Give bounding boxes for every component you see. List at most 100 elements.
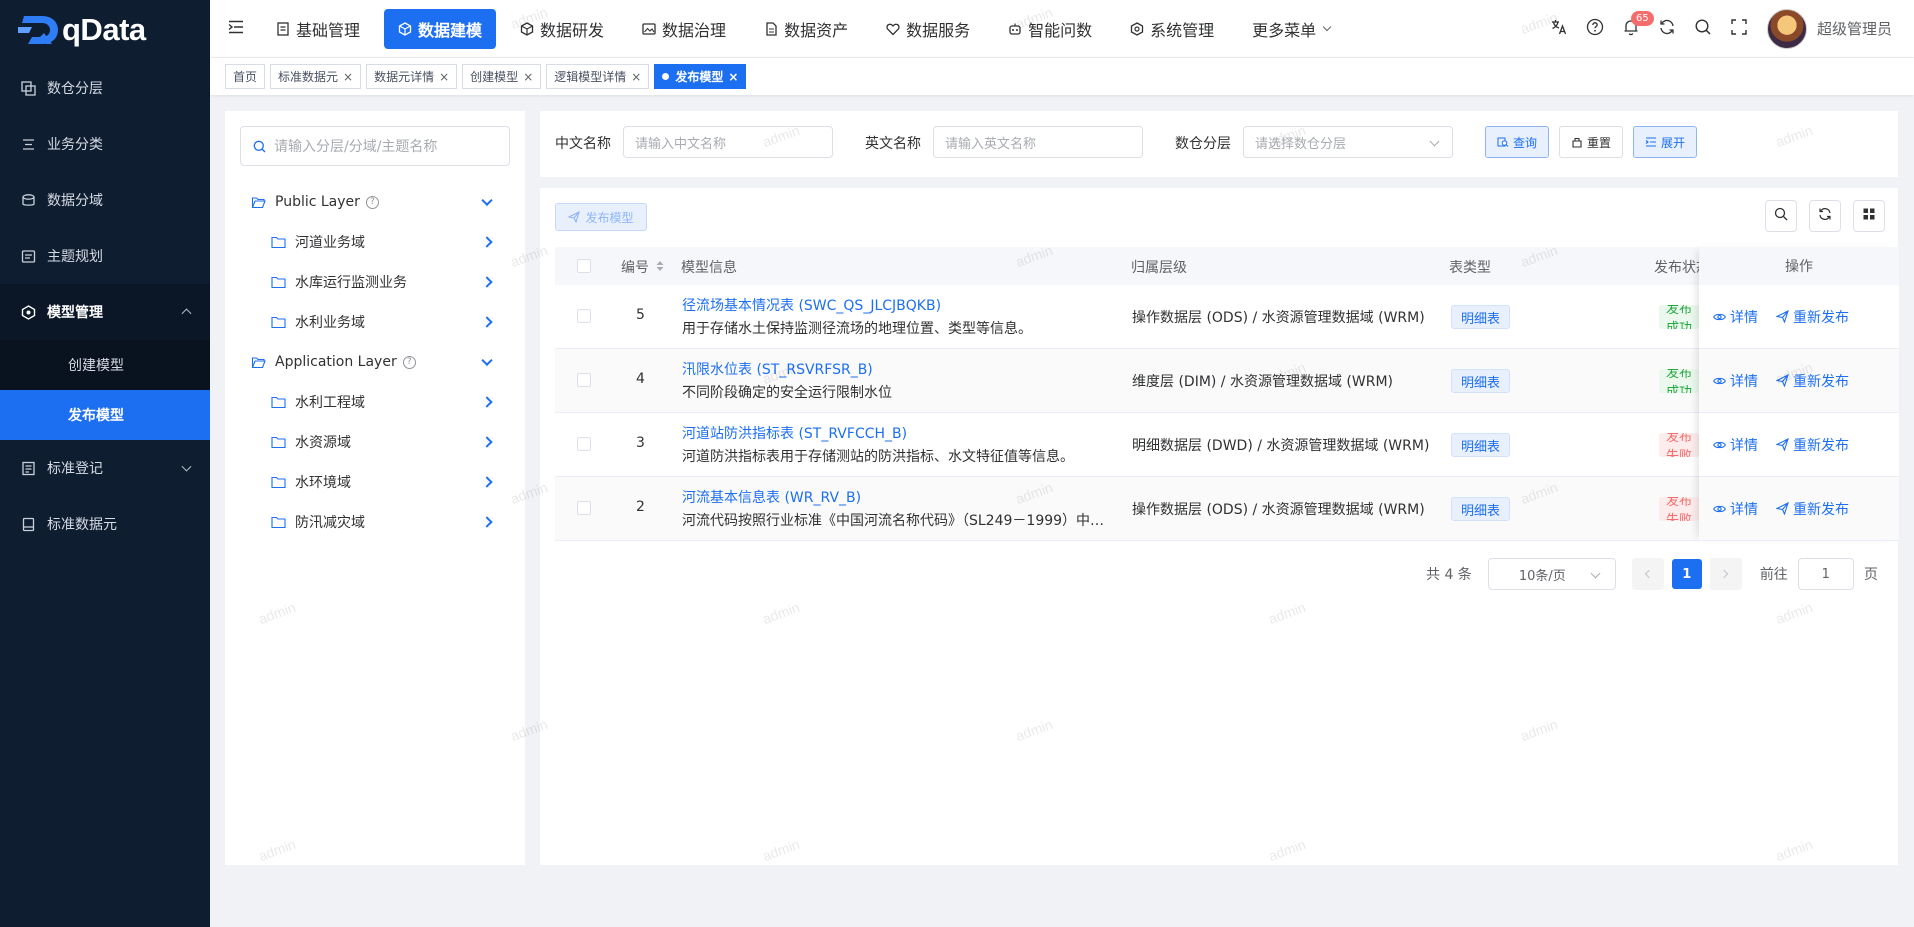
row-checkbox[interactable]: [577, 309, 591, 323]
close-icon[interactable]: ×: [631, 70, 641, 84]
tree-node-water-conservancy[interactable]: 水利业务域: [225, 302, 525, 342]
refresh-table-button[interactable]: [1809, 200, 1841, 232]
layer-select[interactable]: 请选择数仓分层: [1243, 126, 1453, 158]
help-icon[interactable]: ?: [365, 195, 379, 209]
sidebar-item-theme-planning[interactable]: 主题规划: [0, 228, 210, 284]
tree-node-water-engineering[interactable]: 水利工程域: [225, 382, 525, 422]
column-settings-button[interactable]: [1853, 200, 1885, 232]
chevron-right-icon[interactable]: [481, 516, 493, 528]
republish-link[interactable]: 重新发布: [1776, 499, 1849, 519]
sidebar-item-data-domain[interactable]: 数据分域: [0, 172, 210, 228]
republish-link[interactable]: 重新发布: [1776, 371, 1849, 391]
close-icon[interactable]: ×: [728, 70, 738, 84]
chevron-right-icon[interactable]: [481, 396, 493, 408]
row-checkbox[interactable]: [577, 501, 591, 515]
close-icon[interactable]: ×: [343, 70, 353, 84]
tag-publish-model[interactable]: 发布模型 ×: [654, 64, 747, 89]
tree-node-public-layer[interactable]: Public Layer ?: [225, 182, 525, 222]
close-icon[interactable]: ×: [523, 70, 533, 84]
global-search-button[interactable]: [1685, 0, 1721, 57]
help-icon[interactable]: ?: [402, 355, 416, 369]
page-number-current[interactable]: 1: [1671, 559, 1702, 589]
nav-data-governance[interactable]: 数据治理: [628, 9, 740, 49]
tag-home[interactable]: 首页: [225, 64, 266, 89]
goto-page-input[interactable]: 1: [1797, 558, 1854, 590]
sidebar-item-business-category[interactable]: 业务分类: [0, 116, 210, 172]
sidebar-item-standard-registration[interactable]: 标准登记: [0, 440, 210, 496]
next-page-button[interactable]: [1709, 558, 1742, 590]
model-name-link[interactable]: 河流基本信息表 (WR_RV_B): [682, 487, 861, 507]
reset-button[interactable]: 重置: [1559, 126, 1624, 158]
avatar[interactable]: [1766, 8, 1807, 49]
nav-smart-query[interactable]: 智能问数: [994, 9, 1106, 49]
prev-page-button[interactable]: [1631, 558, 1664, 590]
tree-node-water-resources[interactable]: 水资源域: [225, 422, 525, 462]
translate-button[interactable]: [1541, 0, 1577, 57]
notifications-button[interactable]: 65: [1613, 0, 1654, 57]
detail-link[interactable]: 详情: [1713, 371, 1758, 391]
refresh-page-button[interactable]: [1649, 0, 1685, 57]
sidebar-toggle-button[interactable]: [210, 0, 262, 57]
nav-system-management[interactable]: 系统管理: [1116, 9, 1228, 49]
model-name-link[interactable]: 汛限水位表 (ST_RSVRFSR_B): [682, 359, 873, 379]
chevron-right-icon[interactable]: [481, 276, 493, 288]
cn-name-input[interactable]: 请输入中文名称: [623, 126, 833, 158]
sort-icon[interactable]: [656, 260, 664, 276]
table-row[interactable]: 3 河道站防洪指标表 (ST_RVFCCH_B) 河道防洪指标表用于存储测站的防…: [555, 413, 1885, 477]
republish-link[interactable]: 重新发布: [1776, 307, 1849, 327]
tree-node-flood-control[interactable]: 防汛减灾域: [225, 502, 525, 542]
table-row[interactable]: 2 河流基本信息表 (WR_RV_B) 河流代码按照行业标准《中国河流名称代码》…: [555, 477, 1885, 541]
tag-standard-data-element[interactable]: 标准数据元 ×: [270, 64, 362, 89]
nav-data-development[interactable]: 数据研发: [506, 9, 618, 49]
help-button[interactable]: [1577, 0, 1613, 57]
table-row[interactable]: 4 汛限水位表 (ST_RSVRFSR_B) 不同阶段确定的安全运行限制水位 维…: [555, 349, 1885, 413]
nav-data-services[interactable]: 数据服务: [872, 9, 984, 49]
sidebar-subitem-publish-model[interactable]: 发布模型: [0, 390, 210, 440]
tree-node-application-layer[interactable]: Application Layer ?: [225, 342, 525, 382]
row-checkbox[interactable]: [577, 373, 591, 387]
query-label: 查询: [1513, 135, 1538, 150]
tag-create-model[interactable]: 创建模型 ×: [462, 64, 542, 89]
model-name-link[interactable]: 径流场基本情况表 (SWC_QS_JLCJBQKB): [682, 295, 941, 315]
tree-node-water-environment[interactable]: 水环境域: [225, 462, 525, 502]
user-name[interactable]: 超级管理员: [1817, 18, 1892, 39]
close-icon[interactable]: ×: [439, 70, 449, 84]
detail-link[interactable]: 详情: [1713, 435, 1758, 455]
chevron-right-icon[interactable]: [481, 236, 493, 248]
chevron-right-icon[interactable]: [481, 316, 493, 328]
chevron-right-icon[interactable]: [481, 436, 493, 448]
tree-search-input[interactable]: 请输入分层/分域/主题名称: [240, 126, 510, 166]
detail-link[interactable]: 详情: [1713, 499, 1758, 519]
sidebar-item-warehouse-layers[interactable]: 数仓分层: [0, 60, 210, 116]
republish-link[interactable]: 重新发布: [1776, 435, 1849, 455]
en-name-label: 英文名称: [865, 136, 921, 152]
fullscreen-button[interactable]: [1721, 0, 1757, 57]
sidebar-item-standard-data-element[interactable]: 标准数据元: [0, 496, 210, 552]
tag-data-element-detail[interactable]: 数据元详情 ×: [366, 64, 458, 89]
nav-basic-management[interactable]: 基础管理: [262, 9, 374, 49]
sidebar-item-model-management[interactable]: 模型管理: [0, 284, 210, 340]
tree-node-river-business[interactable]: 河道业务域: [225, 222, 525, 262]
chevron-down-icon[interactable]: [481, 194, 493, 207]
chevron-down-icon[interactable]: [481, 354, 493, 367]
nav-data-modeling[interactable]: 数据建模: [384, 8, 497, 49]
detail-link[interactable]: 详情: [1713, 307, 1758, 327]
expand-button[interactable]: 展开: [1633, 126, 1698, 158]
chevron-right-icon[interactable]: [481, 476, 493, 488]
toggle-search-button[interactable]: [1765, 200, 1797, 232]
tree-node-reservoir-monitoring[interactable]: 水库运行监测业务: [225, 262, 525, 302]
sidebar-item-label: 数仓分层: [47, 81, 103, 97]
nav-data-assets[interactable]: 数据资产: [750, 9, 862, 49]
nav-more-menu[interactable]: 更多菜单: [1238, 9, 1344, 49]
logo[interactable]: qData: [0, 0, 210, 60]
sidebar-subitem-create-model[interactable]: 创建模型: [0, 340, 210, 390]
row-checkbox[interactable]: [577, 437, 591, 451]
table-row[interactable]: 5 径流场基本情况表 (SWC_QS_JLCJBQKB) 用于存储水土保持监测径…: [555, 285, 1885, 349]
query-button[interactable]: 查询: [1485, 126, 1550, 158]
publish-model-button[interactable]: 发布模型: [555, 203, 647, 231]
en-name-input[interactable]: 请输入英文名称: [933, 126, 1143, 158]
page-size-select[interactable]: 10条/页: [1487, 558, 1616, 590]
tag-logical-model-detail[interactable]: 逻辑模型详情 ×: [546, 64, 650, 89]
select-all-checkbox[interactable]: [577, 259, 591, 273]
model-name-link[interactable]: 河道站防洪指标表 (ST_RVFCCH_B): [682, 423, 907, 443]
